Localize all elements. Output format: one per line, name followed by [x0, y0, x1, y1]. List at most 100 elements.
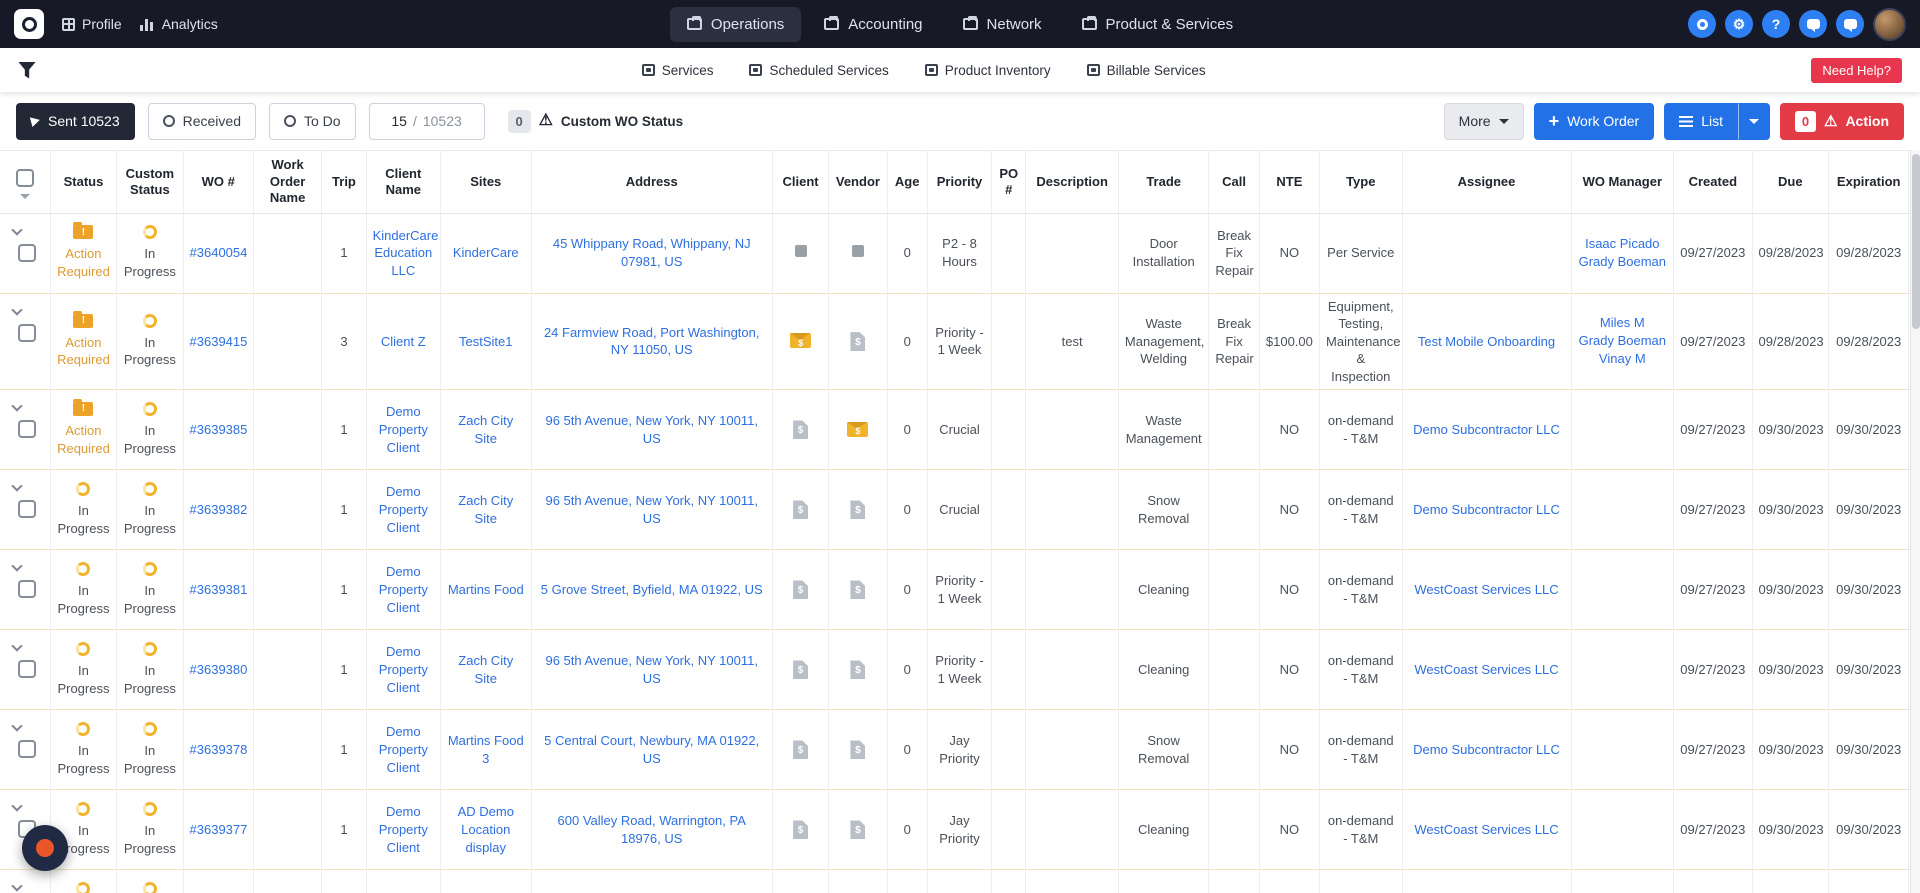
col-header-client-name[interactable]: Client Name [366, 151, 442, 214]
client-name-link[interactable]: Demo Property Client [379, 404, 428, 454]
expand-row-icon[interactable] [11, 400, 23, 412]
client-name-link[interactable]: Client Z [381, 334, 426, 349]
invoice-doc-icon[interactable]: $ [793, 580, 809, 600]
col-header-po-number[interactable]: PO # [991, 151, 1027, 214]
scrollbar-thumb[interactable] [1912, 154, 1920, 329]
col-header-expiration[interactable]: Expiration [1828, 151, 1910, 214]
client-name-link[interactable]: Demo Property Client [379, 644, 428, 694]
address-link[interactable]: 96 5th Avenue, New York, NY 10011, US [545, 493, 758, 526]
subnav-product-inventory[interactable]: Product Inventory [924, 63, 1051, 78]
site-link[interactable]: Zach City Site [458, 653, 513, 686]
col-header-select[interactable] [0, 151, 51, 214]
wo-number-link[interactable]: #3639378 [190, 742, 248, 757]
col-header-due[interactable]: Due [1752, 151, 1829, 214]
client-name-link[interactable]: Demo Property Client [379, 724, 428, 774]
tab-operations[interactable]: Operations [669, 6, 802, 42]
invoice-doc-icon[interactable]: $ [850, 332, 866, 352]
compass-icon[interactable] [1688, 10, 1717, 38]
row-checkbox[interactable] [18, 660, 36, 679]
app-logo[interactable] [14, 9, 44, 39]
wo-number-link[interactable]: #3639380 [190, 662, 248, 677]
subnav-billable-services[interactable]: Billable Services [1086, 63, 1206, 78]
wo-number-link[interactable]: #3639381 [190, 582, 248, 597]
col-header-status[interactable]: Status [50, 151, 118, 214]
site-link[interactable]: TestSite1 [459, 334, 512, 349]
address-link[interactable]: 600 Valley Road, Warrington, PA 18976, U… [558, 813, 746, 846]
site-link[interactable]: Zach City Site [458, 493, 513, 526]
chat-launcher-button[interactable] [22, 825, 68, 871]
select-all-caret[interactable] [19, 193, 30, 199]
todo-button[interactable]: To Do [269, 102, 356, 140]
sent-button[interactable]: Sent 10523 [16, 102, 135, 140]
subnav-scheduled-services[interactable]: Scheduled Services [749, 63, 889, 78]
invoice-envelope-icon[interactable]: $ [847, 421, 869, 437]
client-name-link[interactable]: KinderCare Education LLC [373, 228, 439, 278]
manager-link[interactable]: Grady Boeman [1578, 253, 1668, 271]
received-button[interactable]: Received [147, 102, 256, 140]
action-button[interactable]: 0 ⚠ Action [1779, 102, 1904, 140]
col-header-client[interactable]: Client [772, 151, 830, 214]
assignee-link[interactable]: Demo Subcontractor LLC [1413, 742, 1560, 757]
col-header-trade[interactable]: Trade [1118, 151, 1210, 214]
invoice-doc-icon[interactable]: $ [793, 820, 809, 840]
invoice-doc-icon[interactable]: $ [793, 740, 809, 760]
wo-number-link[interactable]: #3639382 [190, 502, 248, 517]
col-header-created[interactable]: Created [1673, 151, 1753, 214]
wo-number-link[interactable]: #3639385 [190, 422, 248, 437]
col-header-custom-status[interactable]: Custom Status [116, 151, 184, 214]
tab-product-services[interactable]: Product & Services [1065, 7, 1251, 42]
site-link[interactable]: Martins Food [448, 582, 524, 597]
filter-icon[interactable] [18, 61, 36, 79]
page-indicator[interactable]: 15 / 10523 [368, 102, 485, 140]
more-button[interactable]: More [1443, 102, 1524, 140]
help-icon[interactable]: ? [1762, 10, 1791, 38]
address-link[interactable]: 5 Grove Street, Byfield, MA 01922, US [541, 582, 763, 597]
invoice-doc-icon[interactable]: $ [850, 580, 866, 600]
expand-row-icon[interactable] [11, 480, 23, 492]
chat-icon[interactable] [1799, 10, 1828, 38]
client-name-link[interactable]: Demo Property Client [379, 804, 428, 854]
address-link[interactable]: 5 Central Court, Newbury, MA 01922, US [544, 733, 759, 766]
messages-icon[interactable] [1836, 10, 1865, 38]
col-header-wo-manager[interactable]: WO Manager [1571, 151, 1675, 214]
invoice-doc-icon[interactable]: $ [793, 420, 809, 440]
assignee-link[interactable]: Test Mobile Onboarding [1418, 334, 1555, 349]
invoice-doc-icon[interactable]: $ [793, 500, 809, 520]
expand-row-icon[interactable] [11, 720, 23, 732]
work-order-button[interactable]: + Work Order [1533, 102, 1655, 140]
col-header-address[interactable]: Address [531, 151, 773, 214]
assignee-link[interactable]: WestCoast Services LLC [1414, 582, 1558, 597]
col-header-assignee[interactable]: Assignee [1402, 151, 1572, 214]
custom-wo-status-button[interactable]: 0 ⚠ Custom WO Status [498, 103, 694, 140]
row-checkbox[interactable] [18, 243, 36, 262]
list-button[interactable]: List [1664, 102, 1738, 140]
wo-number-link[interactable]: #3640054 [190, 245, 248, 260]
manager-link[interactable]: Miles M [1578, 314, 1668, 332]
expand-row-icon[interactable] [11, 560, 23, 572]
vertical-scrollbar[interactable] [1910, 150, 1920, 893]
invoice-doc-icon[interactable]: $ [850, 820, 866, 840]
address-link[interactable]: 96 5th Avenue, New York, NY 10011, US [545, 413, 758, 446]
col-header-vendor[interactable]: Vendor [828, 151, 888, 214]
manager-link[interactable]: Grady Boeman [1578, 332, 1668, 350]
list-caret-button[interactable] [1737, 102, 1770, 140]
expand-row-icon[interactable] [11, 800, 23, 812]
invoice-doc-icon[interactable]: $ [850, 660, 866, 680]
row-checkbox[interactable] [18, 580, 36, 599]
manager-link[interactable]: Isaac Picado [1578, 235, 1668, 253]
col-header-description[interactable]: Description [1025, 151, 1119, 214]
wo-number-link[interactable]: #3639415 [190, 334, 248, 349]
invoice-doc-icon[interactable]: $ [850, 740, 866, 760]
subnav-services[interactable]: Services [641, 63, 713, 78]
select-all-checkbox[interactable] [15, 168, 34, 187]
client-name-link[interactable]: Demo Property Client [379, 564, 428, 614]
tab-accounting[interactable]: Accounting [807, 7, 939, 42]
col-header-wo-number[interactable]: WO # [183, 151, 254, 214]
assignee-link[interactable]: WestCoast Services LLC [1414, 822, 1558, 837]
expand-row-icon[interactable] [11, 303, 23, 316]
user-avatar[interactable] [1873, 7, 1907, 41]
row-checkbox[interactable] [18, 420, 36, 439]
expand-row-icon[interactable] [11, 223, 23, 236]
col-header-nte[interactable]: NTE [1259, 151, 1321, 214]
invoice-doc-icon[interactable]: $ [793, 660, 809, 680]
